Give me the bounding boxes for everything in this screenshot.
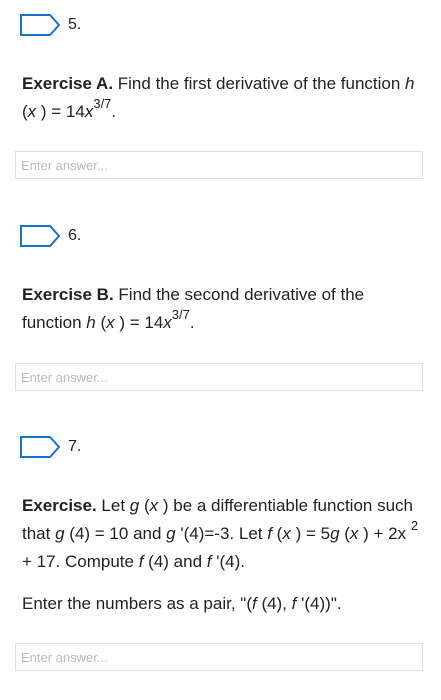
answer-input-5[interactable] (15, 151, 423, 179)
question-7-header: 7. (20, 436, 81, 458)
exercise-title: Exercise A. (22, 74, 114, 93)
question-tag-icon (20, 225, 60, 247)
question-tag-icon (20, 14, 60, 36)
question-number: 7. (68, 438, 82, 455)
exercise-title: Exercise. (22, 496, 97, 515)
exercise-c-instruction: Enter the numbers as a pair, "(f (4), f … (22, 594, 342, 613)
question-5-header: 5. (20, 14, 81, 36)
question-tag-icon (20, 436, 60, 458)
exercise-title: Exercise B. (22, 285, 114, 304)
exercise-a-text: Exercise A. Find the first derivative of… (22, 74, 415, 121)
answer-input-7[interactable] (15, 643, 423, 671)
exercise-b-text: Exercise B. Find the second derivative o… (22, 285, 365, 332)
exercise-c-text: Exercise. Let g (x ) be a differentiable… (22, 496, 419, 571)
question-6-header: 6. (20, 225, 81, 247)
answer-input-6[interactable] (15, 363, 423, 391)
question-number: 5. (68, 16, 82, 33)
question-number: 6. (68, 227, 82, 244)
